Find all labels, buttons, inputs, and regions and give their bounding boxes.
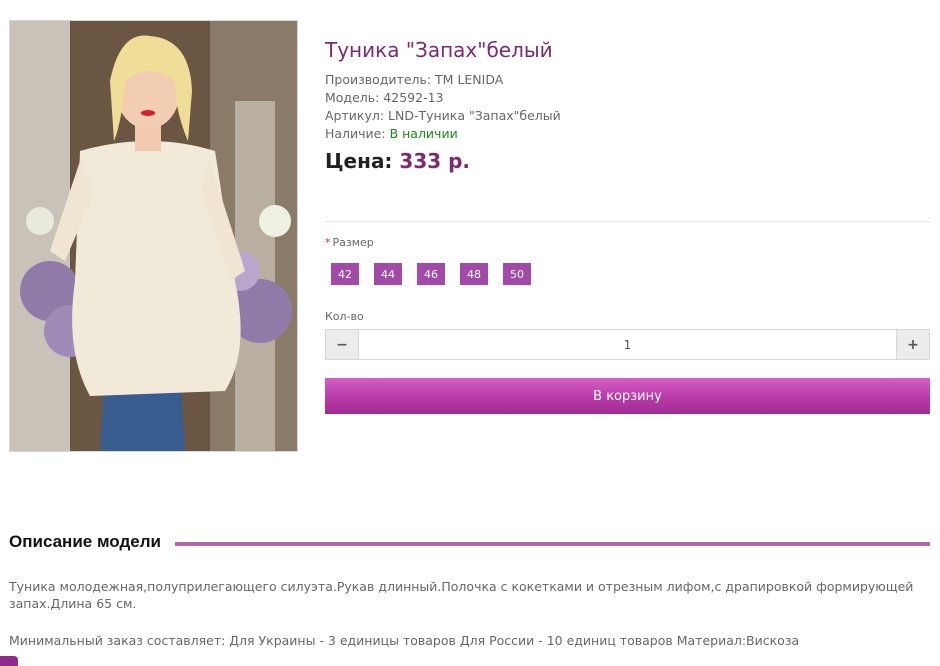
- size-option-48[interactable]: 48: [460, 263, 488, 285]
- size-option-42[interactable]: 42: [331, 263, 359, 285]
- article: Артикул: LND-Туника "Запах"белый: [325, 108, 561, 123]
- add-to-cart-button[interactable]: В корзину: [325, 378, 930, 414]
- minimum-order-text: Минимальный заказ составляет: Для Украин…: [9, 633, 800, 648]
- required-mark: *: [325, 236, 331, 249]
- description-title-rule: [175, 542, 930, 546]
- divider: [325, 221, 930, 222]
- availability: Наличие: В наличии: [325, 125, 561, 143]
- size-label: * Размер: [325, 236, 374, 249]
- scroll-to-top-button[interactable]: [0, 656, 18, 666]
- product-title: Туника "Запах"белый: [325, 38, 553, 62]
- price-value: 333 р.: [399, 149, 471, 173]
- size-option-50[interactable]: 50: [503, 263, 531, 285]
- availability-label: Наличие:: [325, 126, 390, 141]
- manufacturer: Производитель: TM LENIDA: [325, 72, 504, 87]
- description-title: Описание модели: [9, 532, 161, 551]
- size-option-44[interactable]: 44: [374, 263, 402, 285]
- price-label: Цена:: [325, 149, 400, 173]
- price: Цена: 333 р.: [325, 149, 470, 173]
- size-options: 42 44 46 48 50: [331, 263, 531, 285]
- quantity-label: Кол-во: [325, 310, 364, 323]
- product-image[interactable]: [9, 20, 298, 452]
- product-photo: [10, 21, 297, 451]
- quantity-stepper: − +: [325, 329, 930, 360]
- description-paragraph: Туника молодежная,полуприлегающего силуэ…: [9, 579, 914, 611]
- model: Модель: 42592-13: [325, 90, 444, 105]
- quantity-input[interactable]: [358, 330, 897, 359]
- quantity-increase-button[interactable]: +: [897, 330, 929, 359]
- size-option-46[interactable]: 46: [417, 263, 445, 285]
- availability-status: В наличии: [389, 126, 458, 141]
- size-label-text: Размер: [332, 236, 374, 249]
- product-meta: Производитель: TM LENIDA Модель: 42592-1…: [325, 71, 561, 143]
- quantity-decrease-button[interactable]: −: [326, 330, 358, 359]
